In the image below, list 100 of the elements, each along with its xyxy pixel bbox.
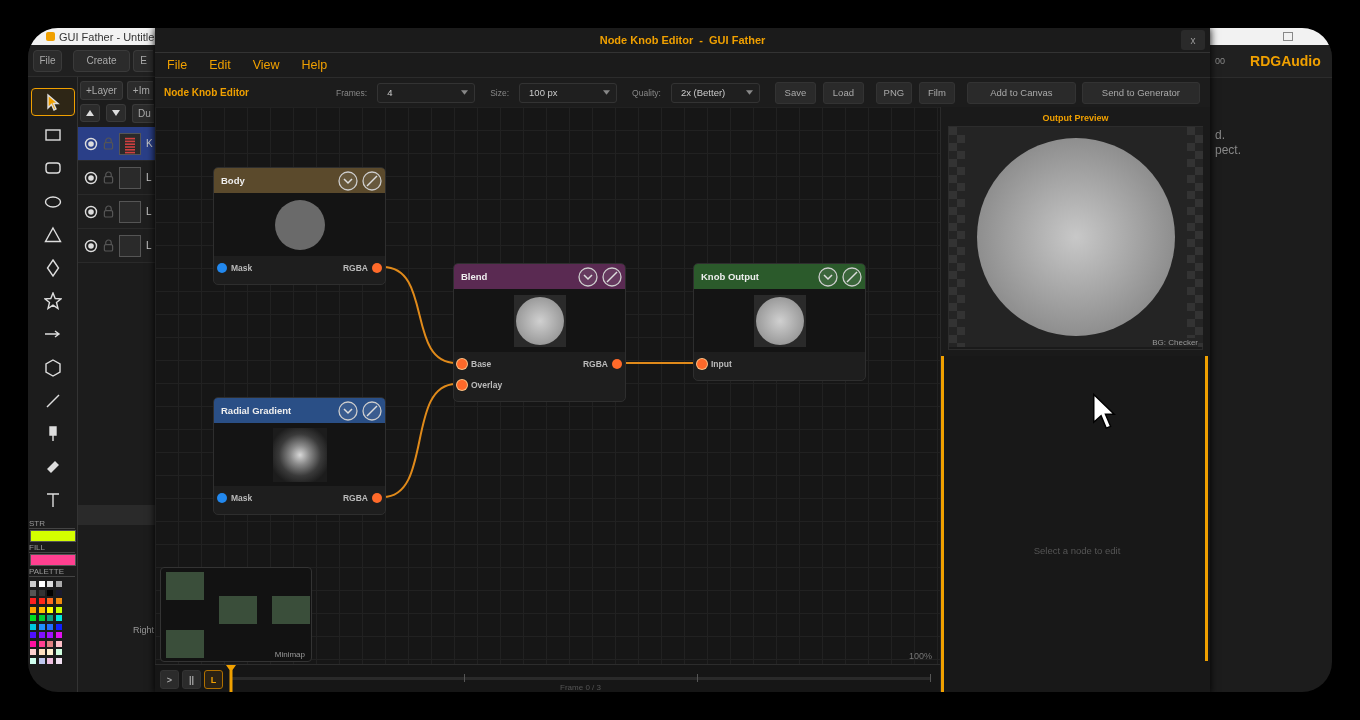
menu-button[interactable]: Create [73, 49, 130, 72]
palette-color[interactable] [55, 623, 62, 630]
palette-color[interactable] [47, 623, 53, 630]
node-header[interactable]: Knob Output [694, 264, 865, 289]
palette-color[interactable] [55, 640, 62, 647]
input-port[interactable] [457, 379, 467, 390]
palette-color[interactable] [30, 623, 36, 630]
palette-color[interactable] [47, 606, 53, 613]
palette-color[interactable] [38, 632, 45, 639]
move-down-button[interactable] [106, 104, 126, 122]
add-button[interactable]: +Layer [80, 81, 123, 100]
fill-swatch[interactable] [29, 554, 76, 567]
chevron-icon[interactable] [338, 400, 358, 421]
close-button[interactable]: x [1181, 30, 1205, 50]
minimap[interactable]: Minimap [160, 567, 312, 662]
node-header[interactable]: Radial Gradient [214, 398, 385, 423]
palette-color[interactable] [47, 581, 53, 588]
input-port[interactable] [217, 262, 227, 273]
output-port[interactable] [372, 262, 382, 273]
palette-color[interactable] [30, 606, 36, 613]
move-up-button[interactable] [80, 104, 100, 122]
slash-icon[interactable] [362, 400, 382, 421]
palette-color[interactable] [38, 598, 45, 605]
palette-color[interactable] [55, 598, 62, 605]
duplicate-button[interactable]: Du [132, 104, 154, 123]
palette-color[interactable] [47, 632, 53, 639]
playback-button[interactable]: L [204, 670, 223, 689]
palette-color[interactable] [30, 657, 36, 664]
playback-button[interactable]: || [182, 670, 201, 689]
node-canvas[interactable]: Body Mask RGBA Radial Gradient Mask RGBA Blend Base RGBA Overlay Knob Output Input Minimap 100% [155, 107, 940, 664]
palette-color[interactable] [30, 649, 36, 656]
node-card[interactable]: Body Mask RGBA [213, 167, 386, 285]
maximize-icon[interactable] [1283, 32, 1293, 41]
chevron-icon[interactable] [578, 266, 598, 287]
palette-color[interactable] [38, 581, 45, 588]
tool-button[interactable] [30, 88, 75, 116]
visibility-icon[interactable] [84, 238, 98, 253]
palette-color[interactable] [30, 589, 36, 596]
slash-icon[interactable] [362, 170, 382, 191]
palette-color[interactable] [30, 581, 36, 588]
stroke-swatch[interactable] [29, 530, 76, 543]
input-port[interactable] [217, 492, 227, 503]
palette-color[interactable] [47, 615, 53, 622]
node-card[interactable]: Blend Base RGBA Overlay [453, 263, 626, 402]
visibility-icon[interactable] [84, 204, 98, 219]
palette-color[interactable] [38, 615, 45, 622]
dropdown[interactable]: 100 px [519, 82, 618, 103]
slash-icon[interactable] [602, 266, 622, 287]
palette-color[interactable] [38, 657, 45, 664]
node-header[interactable]: Body [214, 168, 385, 193]
palette-color[interactable] [38, 640, 45, 647]
palette-color[interactable] [47, 649, 53, 656]
scrollbar[interactable] [1205, 356, 1208, 661]
palette-color[interactable] [55, 606, 62, 613]
output-port[interactable] [372, 492, 382, 503]
palette-color[interactable] [55, 615, 62, 622]
palette-color[interactable] [47, 589, 53, 596]
palette-color[interactable] [38, 623, 45, 630]
menu-button[interactable]: File [33, 49, 62, 72]
slash-icon[interactable] [842, 266, 862, 287]
toolbar-button[interactable]: PNG [875, 81, 912, 104]
palette-color[interactable] [55, 649, 62, 656]
palette-color[interactable] [47, 657, 53, 664]
input-port[interactable] [457, 358, 467, 369]
palette-color[interactable] [55, 581, 62, 588]
input-port[interactable] [697, 358, 707, 369]
palette-color[interactable] [30, 640, 36, 647]
node-header[interactable]: Blend [454, 264, 625, 289]
dropdown[interactable]: 2x (Better) [670, 82, 760, 103]
toolbar-button[interactable]: Save [774, 81, 816, 104]
toolbar-button[interactable]: Film [918, 81, 955, 104]
node-card[interactable]: Knob Output Input [693, 263, 866, 381]
menu-item[interactable]: Edit [209, 58, 231, 72]
toolbar-button[interactable]: Add to Canvas [966, 81, 1076, 104]
palette-color[interactable] [30, 632, 36, 639]
menu-button[interactable]: E [133, 49, 153, 72]
visibility-icon[interactable] [84, 136, 98, 151]
playback-button[interactable]: > [160, 670, 179, 689]
palette-color[interactable] [55, 632, 62, 639]
layer-list-item[interactable]: K [78, 127, 155, 161]
chevron-icon[interactable] [818, 266, 838, 287]
playhead[interactable] [226, 665, 236, 692]
palette-color[interactable] [47, 640, 53, 647]
toolbar-button[interactable]: Load [822, 81, 864, 104]
palette-color[interactable] [38, 649, 45, 656]
menu-item[interactable]: File [167, 58, 188, 72]
dropdown[interactable]: 4 [377, 82, 476, 103]
palette-color[interactable] [55, 657, 62, 664]
palette-color[interactable] [47, 598, 53, 605]
menu-item[interactable]: Help [301, 58, 328, 72]
palette-color[interactable] [38, 606, 45, 613]
toolbar-button[interactable]: Send to Generator [1081, 81, 1200, 104]
menu-item[interactable]: View [252, 58, 280, 72]
palette-color[interactable] [30, 615, 36, 622]
palette-color[interactable] [30, 598, 36, 605]
chevron-icon[interactable] [338, 170, 358, 191]
add-button[interactable]: +Im [126, 81, 153, 100]
visibility-icon[interactable] [84, 170, 98, 185]
node-card[interactable]: Radial Gradient Mask RGBA [213, 397, 386, 515]
output-port[interactable] [612, 358, 622, 369]
